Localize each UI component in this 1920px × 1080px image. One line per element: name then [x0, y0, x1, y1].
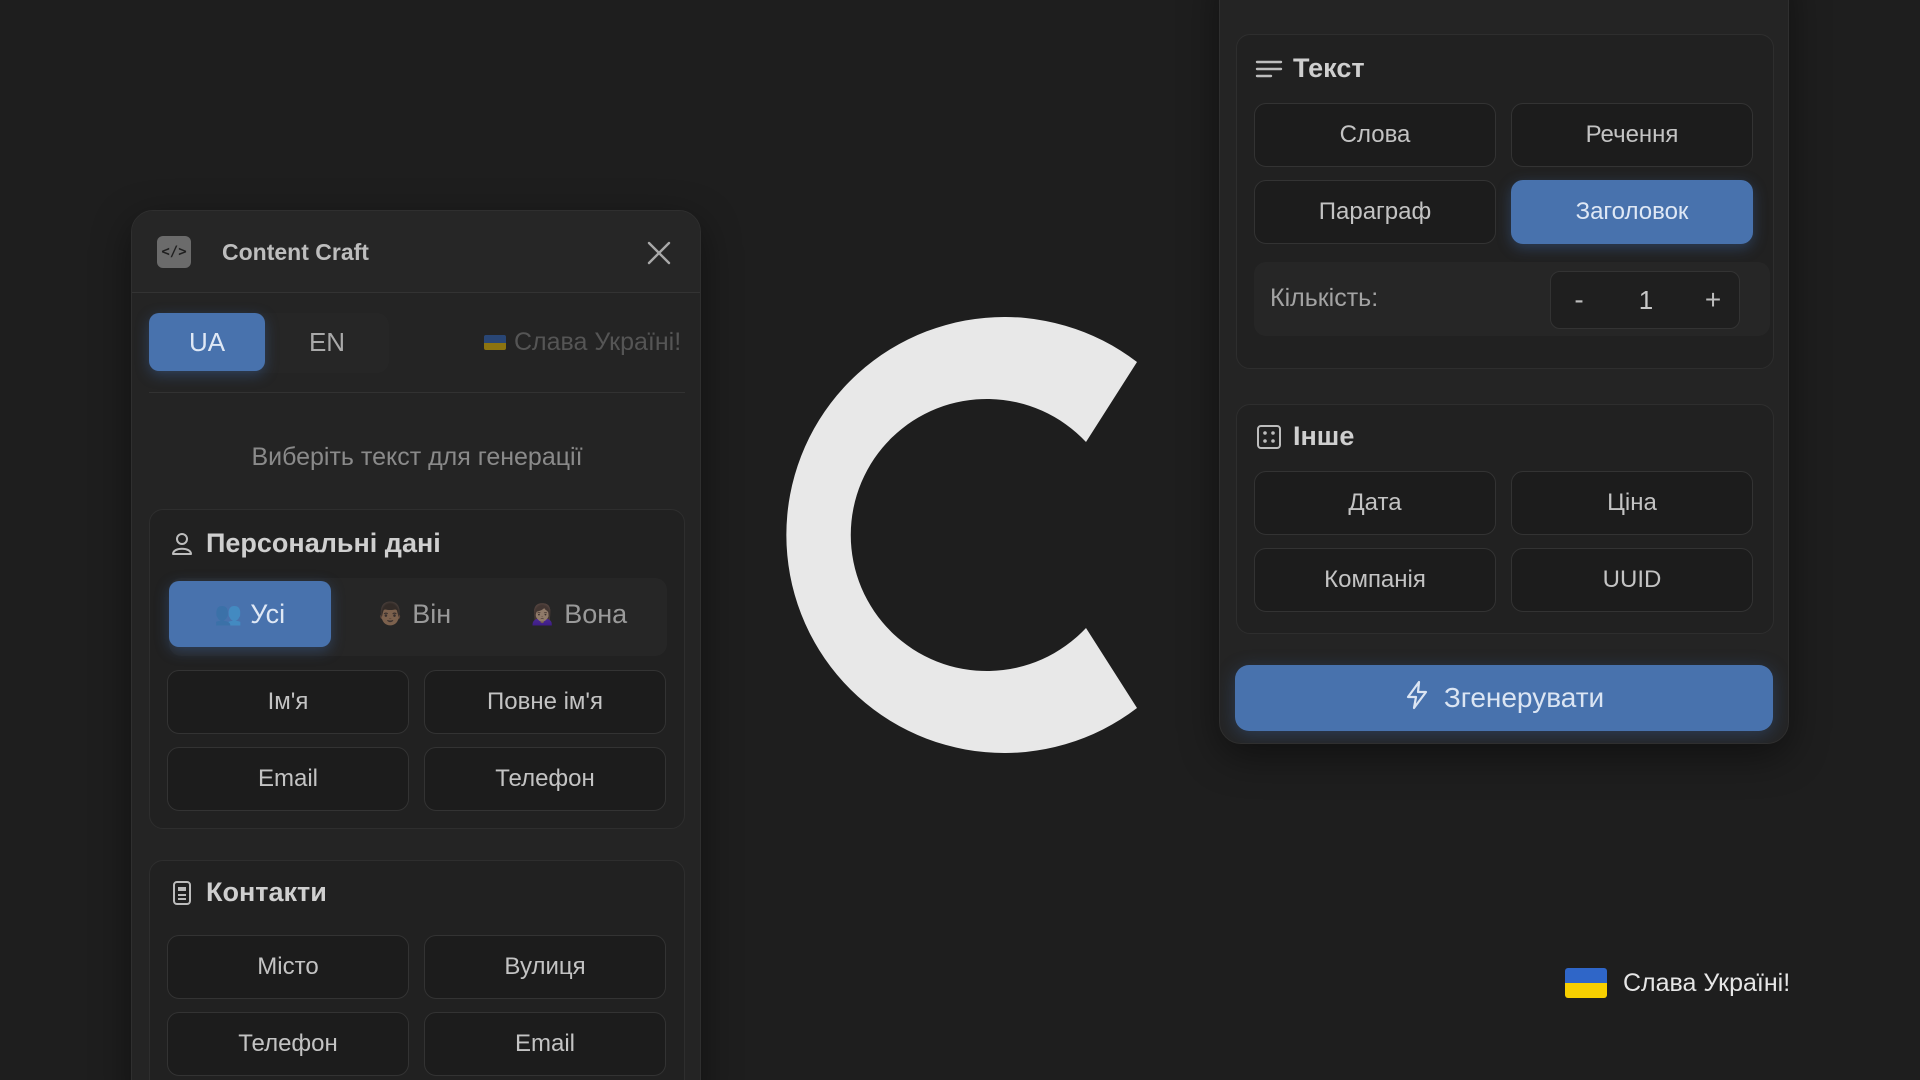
gender-label: Усі [250, 598, 286, 629]
lightning-icon [1404, 680, 1430, 717]
date-button[interactable]: Дата [1254, 471, 1496, 535]
gender-label: Він [412, 598, 452, 629]
quantity-value[interactable]: 1 [1607, 272, 1685, 328]
company-button[interactable]: Компанія [1254, 548, 1496, 612]
people-icon: 👥 [214, 601, 243, 626]
section-header: Персональні дані [168, 528, 441, 559]
content-craft-logo-icon [786, 317, 1137, 753]
glory-badge: Слава Україні! [1565, 968, 1790, 998]
logo-glyph: </> [161, 244, 187, 260]
decrement-button[interactable]: - [1551, 272, 1607, 328]
gender-male-button[interactable]: 👨🏾 Він [339, 581, 489, 647]
section-title: Текст [1293, 53, 1365, 83]
contact-card-icon [168, 879, 196, 907]
quantity-label: Кількість: [1270, 284, 1379, 312]
woman-icon: 🙍🏽‍♀️ [528, 601, 557, 626]
screen: </> Content Craft UA EN Слава Україні! В… [0, 0, 1920, 1080]
section-title: Персональні дані [206, 528, 441, 558]
lang-ua-button[interactable]: UA [149, 313, 265, 371]
sentences-button[interactable]: Речення [1511, 103, 1753, 167]
quantity-row: Кількість: - 1 + [1254, 262, 1770, 336]
section-title: Інше [1293, 421, 1355, 451]
user-icon [168, 530, 196, 558]
gender-label: Вона [564, 598, 628, 629]
full-name-button[interactable]: Повне ім'я [424, 670, 666, 734]
content-craft-panel-right: Текст Слова Речення Параграф Заголовок К… [1219, 0, 1789, 744]
generate-label: Згенерувати [1443, 682, 1605, 713]
section-header: Контакти [168, 877, 327, 908]
uuid-button[interactable]: UUID [1511, 548, 1753, 612]
email-button[interactable]: Email [167, 747, 409, 811]
code-icon: </> [157, 236, 191, 268]
man-icon: 👨🏾 [376, 601, 405, 626]
generate-button[interactable]: Згенерувати [1235, 665, 1773, 731]
quantity-stepper: - 1 + [1550, 271, 1740, 329]
personal-data-section: Персональні дані 👥 Усі 👨🏾 Він 🙍🏽‍♀️ Вона… [149, 509, 685, 829]
increment-button[interactable]: + [1685, 272, 1741, 328]
contact-phone-button[interactable]: Телефон [167, 1012, 409, 1076]
hint-text: Виберіть текст для генерації [251, 443, 583, 471]
ukraine-flag-icon [1565, 968, 1607, 998]
language-switcher: UA EN [149, 313, 389, 373]
gender-all-button[interactable]: 👥 Усі [169, 581, 331, 647]
lang-en-button[interactable]: EN [269, 313, 385, 371]
text-section: Текст Слова Речення Параграф Заголовок К… [1236, 34, 1774, 369]
section-header: Інше [1255, 421, 1354, 452]
paragraph-button[interactable]: Параграф [1254, 180, 1496, 244]
city-button[interactable]: Місто [167, 935, 409, 999]
app-title: Content Craft [222, 239, 369, 265]
glory-badge-text: Слава Україні! [1623, 968, 1791, 997]
close-icon[interactable] [644, 238, 674, 268]
divider [149, 392, 685, 393]
glory-text: Слава Україні! [514, 328, 682, 356]
grid-dots-icon [1255, 423, 1283, 451]
section-title: Контакти [206, 877, 327, 907]
first-name-button[interactable]: Ім'я [167, 670, 409, 734]
contacts-section: Контакти Місто Вулиця Телефон Email [149, 860, 685, 1080]
other-section: Інше Дата Ціна Компанія UUID [1236, 404, 1774, 634]
glory-text-dim: Слава Україні! [484, 328, 681, 357]
phone-button[interactable]: Телефон [424, 747, 666, 811]
contact-email-button[interactable]: Email [424, 1012, 666, 1076]
gender-switcher: 👥 Усі 👨🏾 Він 🙍🏽‍♀️ Вона [169, 578, 667, 656]
section-header: Текст [1255, 53, 1365, 84]
heading-button[interactable]: Заголовок [1511, 180, 1753, 244]
street-button[interactable]: Вулиця [424, 935, 666, 999]
text-lines-icon [1255, 55, 1283, 83]
price-button[interactable]: Ціна [1511, 471, 1753, 535]
words-button[interactable]: Слова [1254, 103, 1496, 167]
ukraine-flag-icon [484, 335, 506, 350]
content-craft-panel-left: </> Content Craft UA EN Слава Україні! В… [131, 210, 701, 1080]
panel-header: </> Content Craft [132, 211, 700, 293]
gender-female-button[interactable]: 🙍🏽‍♀️ Вона [497, 581, 659, 647]
